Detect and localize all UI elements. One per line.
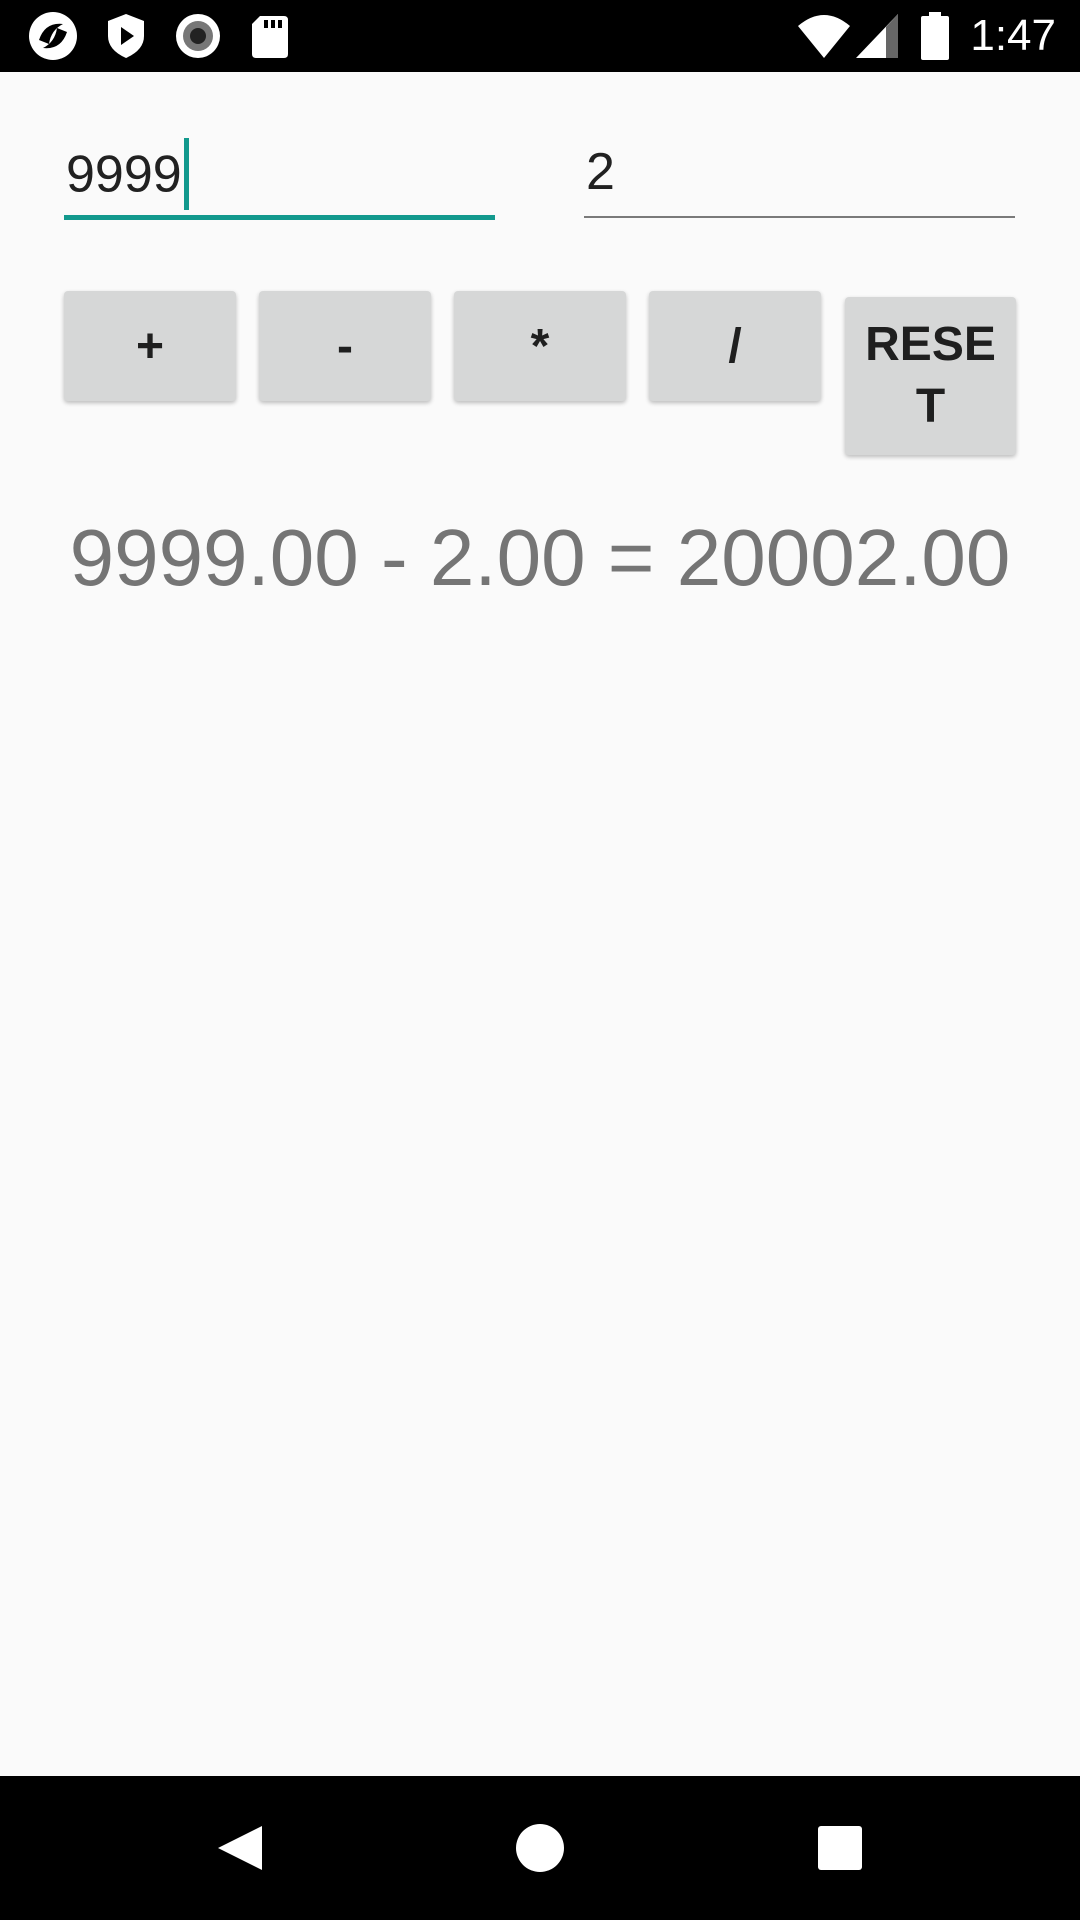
sd-card-icon: [252, 16, 288, 58]
second-number-input[interactable]: 2: [584, 128, 1015, 220]
reset-button[interactable]: RESET: [845, 297, 1016, 455]
navigation-bar: [0, 1776, 1080, 1920]
calculator-screen: 1:47 9999 2 + - * / RESET 9999.00 - 2.00…: [0, 0, 1080, 1920]
first-number-value-wrap: 9999: [66, 138, 189, 214]
shield-play-icon: [108, 14, 144, 58]
battery-icon: [921, 12, 949, 60]
wifi-icon: [798, 15, 850, 58]
status-bar: 1:47: [0, 0, 1080, 72]
subtract-button[interactable]: -: [259, 291, 431, 401]
cell-signal-icon: [856, 14, 898, 58]
back-icon[interactable]: [190, 1798, 290, 1898]
home-icon[interactable]: [490, 1798, 590, 1898]
second-number-underline: [584, 216, 1015, 218]
app-logo-icon: [29, 12, 77, 60]
recents-icon[interactable]: [790, 1798, 890, 1898]
first-number-input[interactable]: 9999: [64, 128, 495, 220]
divide-button[interactable]: /: [649, 291, 821, 401]
record-icon: [176, 14, 220, 58]
clock: 1:47: [970, 11, 1056, 60]
second-number-value-wrap: 2: [586, 142, 615, 202]
add-button[interactable]: +: [64, 291, 236, 401]
multiply-button[interactable]: *: [454, 291, 626, 401]
first-number-value: 9999: [66, 145, 182, 204]
second-number-value: 2: [586, 143, 615, 201]
first-number-underline: [64, 215, 495, 220]
result-text: 9999.00 - 2.00 = 20002.00: [69, 513, 1011, 602]
text-cursor: [183, 138, 189, 210]
